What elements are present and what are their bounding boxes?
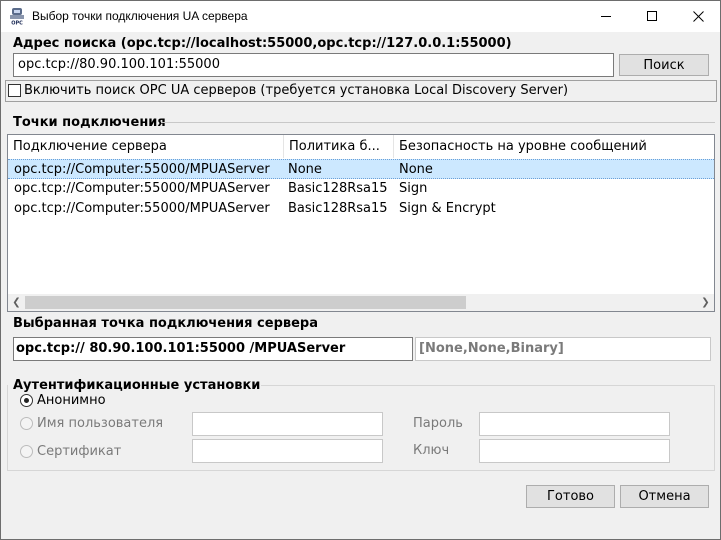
scroll-left-icon[interactable]: ❮ — [8, 294, 25, 311]
scrollbar-thumb[interactable] — [25, 296, 466, 309]
selected-endpoint-field[interactable]: opc.tcp:// 80.90.100.101:55000 /MPUAServ… — [13, 337, 413, 361]
key-input[interactable] — [479, 439, 670, 463]
endpoint-url: opc.tcp://Computer:55000/MPUAServer — [14, 201, 270, 216]
title-bar: OPC Выбор точки подключения UA сервера — [1, 1, 720, 32]
password-label: Пароль — [413, 416, 463, 431]
anonymous-radio[interactable] — [20, 394, 33, 407]
auth-group-label: Аутентификационные установки — [13, 378, 261, 393]
column-header-policy[interactable]: Политика б... — [284, 135, 394, 158]
key-label: Ключ — [413, 443, 450, 458]
scroll-right-icon[interactable]: ❯ — [697, 294, 714, 311]
certificate-input[interactable] — [192, 439, 383, 463]
close-icon — [692, 11, 704, 22]
discovery-checkbox-label: Включить поиск OPC UA серверов (требуетс… — [24, 83, 569, 98]
horizontal-scrollbar[interactable]: ❮ ❯ — [8, 294, 714, 311]
endpoint-url: opc.tcp://Computer:55000/MPUAServer — [14, 181, 270, 196]
anonymous-label: Анонимно — [37, 393, 106, 408]
password-input[interactable] — [479, 412, 670, 436]
username-label: Имя пользователя — [37, 416, 164, 431]
discovery-checkbox[interactable] — [8, 84, 21, 97]
close-button[interactable] — [675, 1, 721, 32]
column-header-security[interactable]: Безопасность на уровне сообщений — [394, 135, 714, 158]
endpoint-policy: Basic128Rsa15 — [288, 181, 388, 196]
selected-endpoint-info: [None,None,Binary] — [415, 337, 711, 361]
discovery-row: Включить поиск OPC UA серверов (требуетс… — [5, 80, 717, 102]
minimize-button[interactable] — [583, 1, 629, 32]
endpoint-policy: Basic128Rsa15 — [288, 201, 388, 216]
selected-endpoint-info-text: [None,None,Binary] — [419, 341, 564, 356]
search-button[interactable]: Поиск — [619, 54, 709, 76]
endpoints-group-label: Точки подключения — [13, 115, 166, 130]
search-address-label: Адрес поиска (opc.tcp://localhost:55000,… — [13, 36, 512, 51]
window-title: Выбор точки подключения UA сервера — [32, 9, 248, 23]
column-header-url[interactable]: Подключение сервера — [8, 135, 284, 158]
radio-selected-dot — [24, 398, 29, 403]
opc-app-icon: OPC — [9, 8, 25, 27]
ok-button[interactable]: Готово — [526, 485, 615, 508]
maximize-icon — [646, 11, 657, 21]
endpoint-row[interactable]: opc.tcp://Computer:55000/MPUAServer Basi… — [8, 199, 714, 219]
endpoint-url: opc.tcp://Computer:55000/MPUAServer — [14, 162, 270, 177]
maximize-button[interactable] — [629, 1, 675, 32]
certificate-label: Сертификат — [37, 444, 122, 459]
minimize-icon — [600, 16, 611, 17]
username-radio[interactable] — [20, 417, 33, 430]
search-address-value: opc.tcp://80.90.100.101:55000 — [18, 57, 220, 72]
selected-endpoint-value: opc.tcp:// 80.90.100.101:55000 /MPUAServ… — [16, 341, 346, 356]
endpoint-security: Sign & Encrypt — [399, 201, 496, 216]
dialog-window: OPC Выбор точки подключения UA сервера А… — [0, 0, 721, 540]
auth-group-line — [261, 385, 715, 386]
search-address-input[interactable]: opc.tcp://80.90.100.101:55000 — [13, 53, 614, 77]
endpoint-policy: None — [288, 162, 322, 177]
endpoint-row[interactable]: opc.tcp://Computer:55000/MPUAServer Basi… — [8, 179, 714, 199]
endpoints-list-header: Подключение сервера Политика б... Безопа… — [8, 135, 714, 158]
cancel-button[interactable]: Отмена — [620, 485, 709, 508]
endpoint-security: None — [399, 162, 433, 177]
endpoints-list[interactable]: Подключение сервера Политика б... Безопа… — [7, 134, 715, 312]
certificate-radio[interactable] — [20, 445, 33, 458]
svg-text:OPC: OPC — [11, 21, 23, 26]
selected-endpoint-label: Выбранная точка подключения сервера — [13, 316, 318, 331]
endpoints-group-line — [161, 122, 715, 123]
username-input[interactable] — [192, 412, 383, 436]
endpoint-security: Sign — [399, 181, 428, 196]
endpoint-row[interactable]: opc.tcp://Computer:55000/MPUAServer None… — [8, 159, 714, 179]
